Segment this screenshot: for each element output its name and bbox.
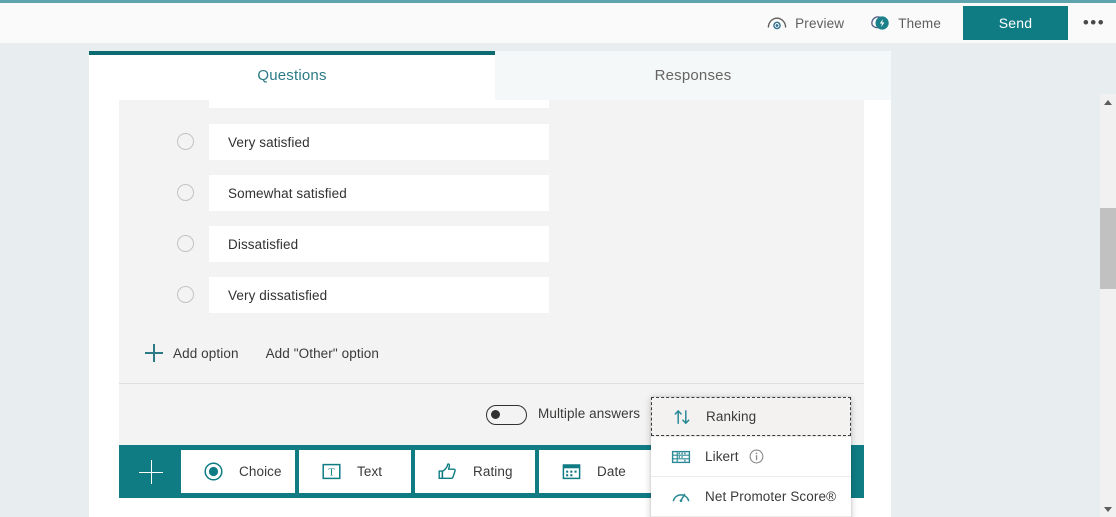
- dropdown-item-likert[interactable]: Likert: [651, 437, 851, 476]
- command-bar-actions: Preview Theme Send •••: [755, 3, 1116, 43]
- add-other-option-button[interactable]: Add "Other" option: [266, 346, 379, 361]
- gauge-icon: [670, 486, 691, 507]
- scroll-down-arrow-icon[interactable]: [1100, 501, 1116, 517]
- eye-icon: [767, 16, 787, 30]
- radio-button-icon: [203, 462, 223, 482]
- option-input-1[interactable]: Somewhat satisfied: [209, 175, 549, 211]
- add-option-button[interactable]: Add option: [173, 346, 239, 361]
- option-label-0: Very satisfied: [228, 134, 310, 150]
- toolbar-label-date: Date: [597, 464, 626, 479]
- more-options-icon[interactable]: •••: [1072, 3, 1116, 43]
- toolbar-item-date[interactable]: Date: [539, 450, 651, 493]
- option-radio-icon[interactable]: [177, 133, 194, 150]
- option-input-2[interactable]: Dissatisfied: [209, 226, 549, 262]
- page-body: Questions Responses Very satisfied Somew…: [0, 43, 1116, 517]
- add-question-button[interactable]: [133, 454, 169, 490]
- question-card: Very satisfied Somewhat satisfied Dissat…: [119, 100, 864, 445]
- theme-palette-icon: [868, 12, 890, 34]
- tab-responses-label: Responses: [654, 67, 732, 84]
- option-row: Very satisfied: [119, 124, 864, 160]
- tab-responses[interactable]: Responses: [495, 51, 891, 100]
- sort-arrows-icon: [671, 406, 692, 427]
- dropdown-item-net-promoter-score[interactable]: Net Promoter Score®: [651, 477, 851, 516]
- theme-button[interactable]: Theme: [856, 3, 953, 43]
- multiple-answers-toggle[interactable]: [486, 405, 527, 425]
- app-root: Preview Theme Send ••• Questions Respons…: [0, 0, 1116, 517]
- option-radio-icon[interactable]: [177, 286, 194, 303]
- scroll-up-arrow-icon[interactable]: [1100, 94, 1116, 110]
- toolbar-item-choice[interactable]: Choice: [181, 450, 295, 493]
- question-type-dropdown: Ranking Likert Net Promoter Score®: [651, 397, 851, 517]
- dropdown-label-net-promoter-score: Net Promoter Score®: [705, 489, 837, 504]
- option-radio-icon[interactable]: [177, 235, 194, 252]
- tab-questions-label: Questions: [257, 67, 327, 84]
- svg-text:T: T: [328, 468, 335, 479]
- thumbs-up-icon: [437, 462, 457, 482]
- scrollbar-thumb[interactable]: [1100, 208, 1116, 289]
- preview-label: Preview: [795, 15, 845, 31]
- option-radio-icon[interactable]: [177, 184, 194, 201]
- scrollbar-track[interactable]: [1100, 94, 1116, 517]
- add-option-row: Add option Add "Other" option: [119, 333, 864, 373]
- send-button[interactable]: Send: [963, 6, 1068, 40]
- preview-button[interactable]: Preview: [755, 3, 856, 43]
- tab-strip: Questions Responses: [89, 51, 891, 100]
- option-row: Very dissatisfied: [119, 277, 864, 313]
- toolbar-label-choice: Choice: [239, 464, 282, 479]
- option-label-1: Somewhat satisfied: [228, 185, 347, 201]
- toolbar-item-rating[interactable]: Rating: [415, 450, 535, 493]
- option-input-3[interactable]: Very dissatisfied: [209, 277, 549, 313]
- dropdown-label-likert: Likert: [705, 449, 739, 464]
- multiple-answers-label: Multiple answers: [538, 406, 641, 421]
- tab-questions[interactable]: Questions: [89, 51, 495, 100]
- option-label-3: Very dissatisfied: [228, 287, 328, 303]
- theme-label: Theme: [898, 15, 941, 31]
- option-input-0[interactable]: Very satisfied: [209, 124, 549, 160]
- plus-icon: [145, 344, 163, 362]
- command-bar: Preview Theme Send •••: [0, 3, 1116, 43]
- option-row: Somewhat satisfied: [119, 175, 864, 211]
- option-label-2: Dissatisfied: [228, 236, 299, 252]
- tab-active-indicator: [89, 51, 495, 55]
- toolbar-label-rating: Rating: [473, 464, 513, 479]
- toolbar-label-text: Text: [357, 464, 383, 479]
- toggle-knob: [491, 410, 500, 419]
- option-row: Dissatisfied: [119, 226, 864, 262]
- dropdown-label-ranking: Ranking: [706, 409, 757, 424]
- option-field-clipped[interactable]: [209, 100, 549, 108]
- info-circle-icon[interactable]: [749, 449, 764, 464]
- likert-grid-icon: [670, 446, 691, 467]
- calendar-icon: [561, 462, 581, 482]
- text-box-icon: T: [321, 462, 341, 482]
- toolbar-item-text[interactable]: T Text: [299, 450, 411, 493]
- dropdown-item-ranking[interactable]: Ranking: [651, 397, 851, 436]
